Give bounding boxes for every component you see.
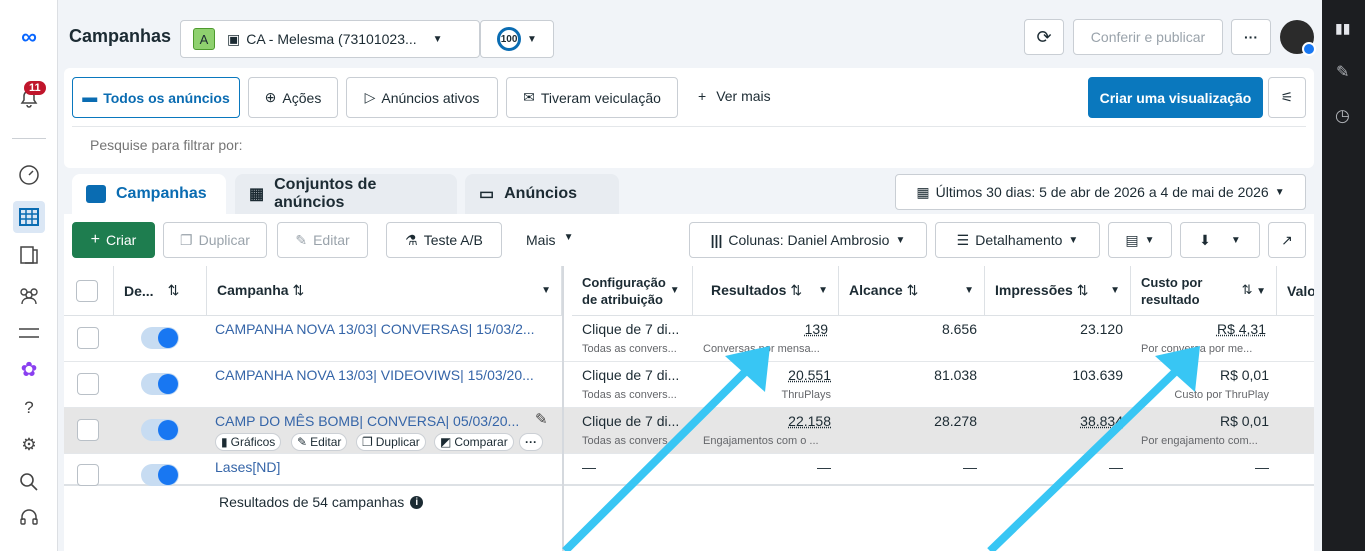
pencil-icon[interactable]: ✎	[1336, 62, 1349, 82]
right-side-panel: ▮▮ ✎ ◷	[1322, 0, 1365, 551]
annotation-arrow-results	[562, 346, 770, 551]
bar-chart-icon[interactable]: ▮▮	[1335, 20, 1350, 37]
clock-icon[interactable]: ◷	[1335, 106, 1350, 126]
annotation-arrows	[562, 346, 1200, 551]
annotation-arrow-cost	[987, 346, 1200, 551]
